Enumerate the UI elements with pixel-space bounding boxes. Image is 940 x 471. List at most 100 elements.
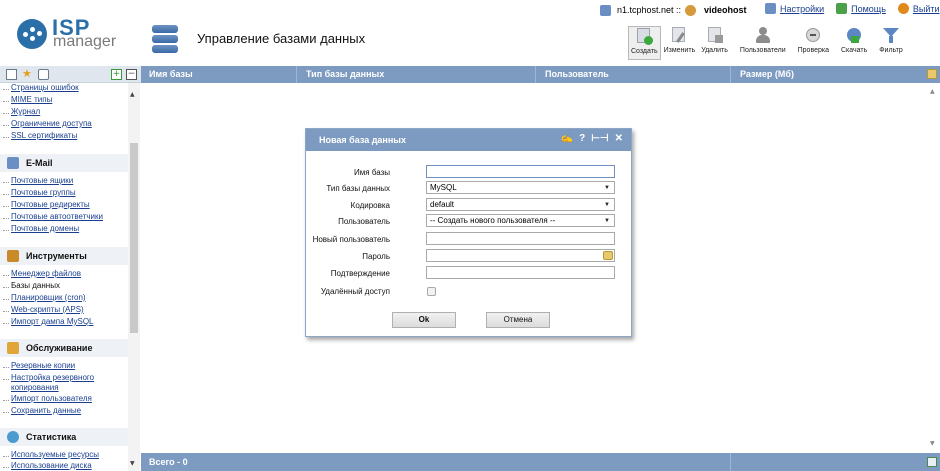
- create-icon: [635, 27, 654, 45]
- sidebar-scroll-thumb[interactable]: [130, 143, 138, 333]
- isp-manager-logo[interactable]: ISP manager: [17, 15, 122, 50]
- logout-icon: [897, 3, 909, 14]
- sidebar-group-header[interactable]: E-Mail: [0, 154, 128, 172]
- sidebar-group-header[interactable]: Инструменты: [0, 247, 128, 265]
- favorites-icon[interactable]: ★: [22, 67, 32, 80]
- sidebar-item-disk-usage[interactable]: Использование диска: [3, 461, 92, 470]
- sidebar-item-resources[interactable]: Используемые ресурсы: [2, 450, 99, 459]
- sidebar-item-web-scripts[interactable]: Web-скрипты (APS): [3, 305, 84, 314]
- user-icon: [685, 4, 697, 16]
- dialog-controls: ✍ ? ⊢⊣ ✕: [561, 133, 623, 144]
- top-bar: ISP manager Управление базами данных n1.…: [0, 0, 940, 62]
- column-user[interactable]: Пользователь: [545, 69, 609, 79]
- table-footer: Всего - 0: [141, 453, 940, 471]
- server-icon: [600, 4, 611, 16]
- users-button[interactable]: Пользователи: [737, 26, 789, 60]
- table-scroll-down-icon[interactable]: ▼: [930, 440, 935, 447]
- sidebar-group-header[interactable]: Статистика: [0, 428, 128, 446]
- user-label: Пользователь: [338, 217, 390, 226]
- sidebar-item-access-limits[interactable]: Ограничение доступа: [3, 119, 92, 128]
- top-links: Настройки Помощь Выйти: [765, 3, 940, 14]
- download-button[interactable]: Скачать: [838, 26, 870, 60]
- db-name-input[interactable]: [426, 165, 615, 178]
- sidebar-item-databases[interactable]: Базы данных: [3, 281, 60, 290]
- delete-icon: [706, 26, 724, 44]
- column-db-type[interactable]: Тип базы данных: [306, 69, 384, 79]
- sidebar-item-error-pages[interactable]: Страницы ошибок: [3, 83, 79, 92]
- db-type-select[interactable]: MySQL: [426, 181, 615, 194]
- current-user: videohost: [704, 5, 747, 15]
- encoding-select[interactable]: default: [426, 198, 615, 211]
- column-settings-icon[interactable]: [927, 69, 937, 79]
- dialog-help-icon[interactable]: ?: [579, 133, 585, 144]
- edit-icon: [670, 26, 688, 44]
- sidebar-item-mysql-import[interactable]: Импорт дампа MySQL: [2, 317, 93, 326]
- logo-product: manager: [53, 33, 117, 50]
- dialog-resize-icon[interactable]: ⊢⊣: [591, 133, 608, 144]
- delete-button[interactable]: Удалить: [698, 26, 731, 60]
- new-user-label: Новый пользователь: [312, 235, 390, 244]
- users-icon: [754, 26, 772, 44]
- new-user-input[interactable]: [426, 232, 615, 245]
- encoding-label: Кодировка: [350, 201, 390, 210]
- collapse-all-icon[interactable]: −: [126, 69, 137, 80]
- maintenance-icon: [7, 342, 19, 354]
- remote-access-checkbox[interactable]: [427, 287, 436, 296]
- sidebar-item-mail-groups[interactable]: Почтовые группы: [3, 188, 76, 197]
- sidebar-item-save-data[interactable]: Сохранить данные: [2, 406, 81, 415]
- toolbar: Создать Изменить Удалить Пользователи Пр…: [628, 26, 906, 60]
- dialog-title-bar[interactable]: Новая база данных ✍ ? ⊢⊣ ✕: [306, 129, 631, 151]
- export-icon[interactable]: [927, 457, 937, 467]
- sidebar-item-log[interactable]: Журнал: [2, 107, 40, 116]
- sidebar-item-backup-settings[interactable]: Настройка резервного копирования: [3, 373, 116, 393]
- filter-button[interactable]: Фильтр: [876, 26, 906, 60]
- settings-icon: [765, 3, 776, 14]
- sidebar: ★ + − Страницы ошибок MIME типы Журнал О…: [0, 62, 141, 471]
- help-link[interactable]: Помощь: [836, 3, 886, 14]
- help-icon: [836, 3, 848, 14]
- confirm-input[interactable]: [426, 266, 615, 279]
- expand-all-icon[interactable]: +: [111, 69, 122, 80]
- remote-access-label: Удалённый доступ: [320, 287, 390, 296]
- sidebar-item-mime-types[interactable]: MIME типы: [2, 95, 52, 104]
- table-header: Имя базы Тип базы данных Пользователь Ра…: [141, 66, 940, 83]
- create-button[interactable]: Создать: [628, 26, 661, 60]
- home-icon[interactable]: [38, 69, 49, 80]
- sidebar-scrollbar[interactable]: ▲ ▼: [128, 83, 140, 471]
- table-scroll-up-icon[interactable]: ▲: [930, 88, 935, 95]
- dialog-edit-icon[interactable]: ✍: [561, 133, 573, 144]
- key-icon[interactable]: [603, 251, 613, 260]
- confirm-label: Подтверждение: [330, 269, 390, 278]
- mail-icon: [7, 157, 19, 169]
- sidebar-item-file-manager[interactable]: Менеджер файлов: [3, 269, 81, 278]
- column-db-name[interactable]: Имя базы: [149, 69, 193, 79]
- scroll-up-arrow-icon[interactable]: ▲: [130, 91, 135, 98]
- sidebar-item-mail-redirects[interactable]: Почтовые редиректы: [3, 200, 90, 209]
- server-name: n1.tcphost.net ::: [617, 5, 682, 15]
- user-select[interactable]: -- Создать нового пользователя --: [426, 214, 615, 227]
- cancel-button[interactable]: Отмена: [486, 312, 550, 328]
- column-size[interactable]: Размер (Мб): [740, 69, 794, 79]
- menu-view-icon[interactable]: [6, 69, 17, 80]
- download-icon: [845, 26, 863, 44]
- sidebar-group-header[interactable]: Обслуживание: [0, 339, 128, 357]
- sidebar-item-mailboxes[interactable]: Почтовые ящики: [2, 176, 73, 185]
- password-input[interactable]: [426, 249, 615, 262]
- settings-link[interactable]: Настройки: [765, 3, 824, 14]
- sidebar-item-autoresponders[interactable]: Почтовые автоответчики: [3, 212, 103, 221]
- dialog-close-icon[interactable]: ✕: [615, 133, 623, 144]
- sidebar-item-user-import[interactable]: Импорт пользователя: [3, 394, 92, 403]
- scroll-down-arrow-icon[interactable]: ▼: [130, 460, 135, 467]
- edit-button[interactable]: Изменить: [661, 26, 699, 60]
- tools-icon: [7, 250, 19, 262]
- logout-link[interactable]: Выйти: [897, 3, 940, 14]
- sidebar-item-ssl[interactable]: SSL сертификаты: [2, 131, 77, 140]
- db-name-label: Имя базы: [354, 168, 390, 177]
- db-type-label: Тип базы данных: [326, 184, 390, 193]
- sidebar-item-mail-domains[interactable]: Почтовые домены: [2, 224, 79, 233]
- ok-button[interactable]: Ok: [392, 312, 456, 328]
- sidebar-item-backups[interactable]: Резервные копии: [2, 361, 75, 370]
- sidebar-item-cron[interactable]: Планировщик (cron): [3, 293, 86, 302]
- new-database-dialog: Новая база данных ✍ ? ⊢⊣ ✕ Имя базы Тип …: [305, 128, 632, 337]
- check-button[interactable]: Проверка: [795, 26, 832, 60]
